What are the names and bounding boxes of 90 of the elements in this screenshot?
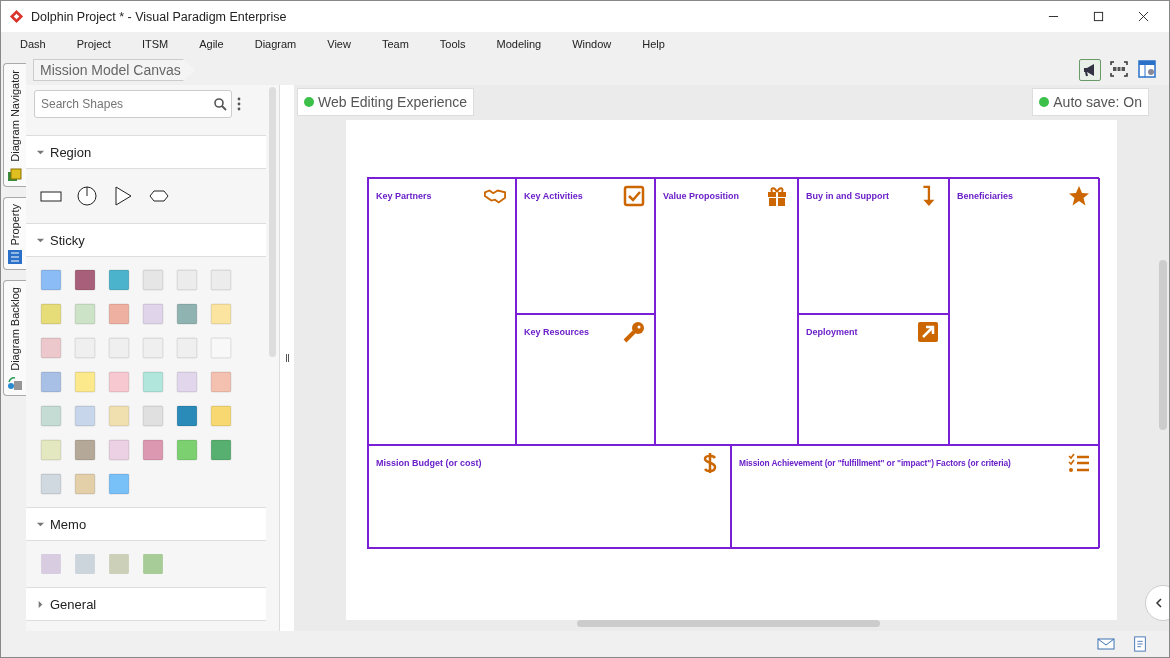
sticky-note-icon[interactable] <box>74 439 96 461</box>
sticky-note-icon[interactable] <box>108 473 130 495</box>
canvas-block[interactable]: Key Resources <box>516 314 655 445</box>
web-editing-text: Web Editing Experience <box>318 94 468 110</box>
checklist-icon <box>1068 452 1090 474</box>
block-title: Mission Achievement (or "fulfillment" or "impact") Factors (or criteria) <box>739 458 1011 468</box>
section-header[interactable]: Memo <box>26 507 266 541</box>
menu-item[interactable]: Team <box>381 37 409 50</box>
sticky-note-icon[interactable] <box>210 439 232 461</box>
canvas-block[interactable]: Mission Budget (or cost) <box>368 445 731 548</box>
scrollbar[interactable] <box>1159 260 1167 430</box>
canvas-block[interactable]: Beneficiaries <box>949 178 1100 445</box>
memo-note-icon[interactable] <box>74 553 96 575</box>
more-options-icon[interactable] <box>237 97 241 111</box>
section-header[interactable]: Sticky <box>26 223 266 257</box>
app-logo-icon <box>9 9 24 24</box>
side-tab[interactable]: Diagram Backlog <box>3 280 26 397</box>
block-title: Key Activities <box>524 191 583 201</box>
sticky-note-icon[interactable] <box>40 371 62 393</box>
scrollbar[interactable] <box>269 87 276 357</box>
auto-save-label[interactable]: Auto save: On <box>1032 88 1149 116</box>
property-icon <box>7 249 23 266</box>
search-field[interactable]: Search Shapes <box>34 90 232 118</box>
section-header[interactable]: Region <box>26 135 266 169</box>
menu-item[interactable]: Project <box>76 37 111 50</box>
sticky-note-icon[interactable] <box>40 269 62 291</box>
sticky-note-icon[interactable] <box>176 303 198 325</box>
menu-item[interactable]: Help <box>642 37 665 50</box>
block-title: Value Proposition <box>663 191 739 201</box>
sticky-note-icon[interactable] <box>142 439 164 461</box>
sticky-note-icon[interactable] <box>108 303 130 325</box>
web-editing-label[interactable]: Web Editing Experience <box>297 88 475 116</box>
section-title: Memo <box>50 516 87 532</box>
section-title: Region <box>50 144 92 160</box>
canvas-block[interactable]: Mission Achievement (or "fulfillment" or "impact") Factors (or criteria) <box>731 445 1100 548</box>
chevron-left-icon <box>1154 598 1164 608</box>
block-title: Mission Budget (or cost) <box>376 458 482 468</box>
memo-note-icon[interactable] <box>108 553 130 575</box>
triangle-shape-icon[interactable] <box>112 185 134 207</box>
canvas-block[interactable]: Buy in and Support <box>798 178 949 314</box>
breadcrumb[interactable]: Mission Model Canvas <box>33 59 196 81</box>
canvas-block[interactable]: Key Activities <box>516 178 655 314</box>
navigator-icon <box>7 165 23 182</box>
section-title: Sticky <box>50 232 85 248</box>
backlog-icon <box>7 375 23 392</box>
splitter-handle-icon[interactable] <box>285 354 289 362</box>
menu-item[interactable]: Window <box>572 37 612 50</box>
section-header[interactable]: General <box>26 587 266 621</box>
auto-save-text: Auto save: On <box>1053 94 1142 110</box>
block-title: Beneficiaries <box>957 191 1014 201</box>
scrollbar[interactable] <box>577 620 880 627</box>
sticky-note-icon[interactable] <box>176 439 198 461</box>
checkbox-icon <box>623 185 645 207</box>
sticky-note-icon[interactable] <box>74 269 96 291</box>
menu-item[interactable]: Diagram <box>254 37 297 50</box>
menu-item[interactable]: Tools <box>439 37 466 50</box>
memo-note-icon[interactable] <box>40 553 62 575</box>
memo-note-icon[interactable] <box>142 553 164 575</box>
gift-icon <box>766 185 788 207</box>
block-title: Deployment <box>806 327 858 337</box>
circle-shape-icon[interactable] <box>76 185 98 207</box>
star-icon <box>1068 185 1090 207</box>
block-title: Key Resources <box>524 327 590 337</box>
megaphone-icon[interactable] <box>1079 59 1101 81</box>
layout-icon[interactable] <box>1137 59 1157 79</box>
arrow-box-icon <box>917 321 939 343</box>
fit-view-icon[interactable] <box>1109 59 1129 79</box>
expand-caret-icon[interactable] <box>36 599 45 609</box>
menu-item[interactable]: ITSM <box>141 37 169 50</box>
note-icon[interactable] <box>1131 636 1149 652</box>
key-icon <box>623 321 645 343</box>
window-title: Dolphin Project * - Visual Paradigm Enterprise <box>31 9 287 24</box>
sticky-note-icon[interactable] <box>176 405 198 427</box>
sticky-note-icon[interactable] <box>108 269 130 291</box>
menu-item[interactable]: Dash <box>20 37 46 50</box>
canvas-block[interactable]: Value Proposition <box>655 178 798 445</box>
side-tab[interactable]: Diagram Navigator <box>3 63 26 187</box>
block-title: Buy in and Support <box>806 191 889 201</box>
menu-item[interactable]: Modeling <box>496 37 542 50</box>
close-icon[interactable] <box>1138 11 1149 22</box>
menu-item[interactable]: Agile <box>199 37 224 50</box>
canvas-block[interactable]: Deployment <box>798 314 949 445</box>
mail-icon[interactable] <box>1097 636 1115 652</box>
menu-item[interactable]: View <box>327 37 351 50</box>
search-icon[interactable] <box>213 97 227 111</box>
side-tab[interactable]: Property <box>3 196 26 271</box>
maximize-icon[interactable] <box>1093 11 1104 22</box>
section-title: General <box>50 596 97 612</box>
block-title: Key Partners <box>376 191 432 201</box>
canvas-block[interactable]: Key Partners <box>368 178 516 445</box>
